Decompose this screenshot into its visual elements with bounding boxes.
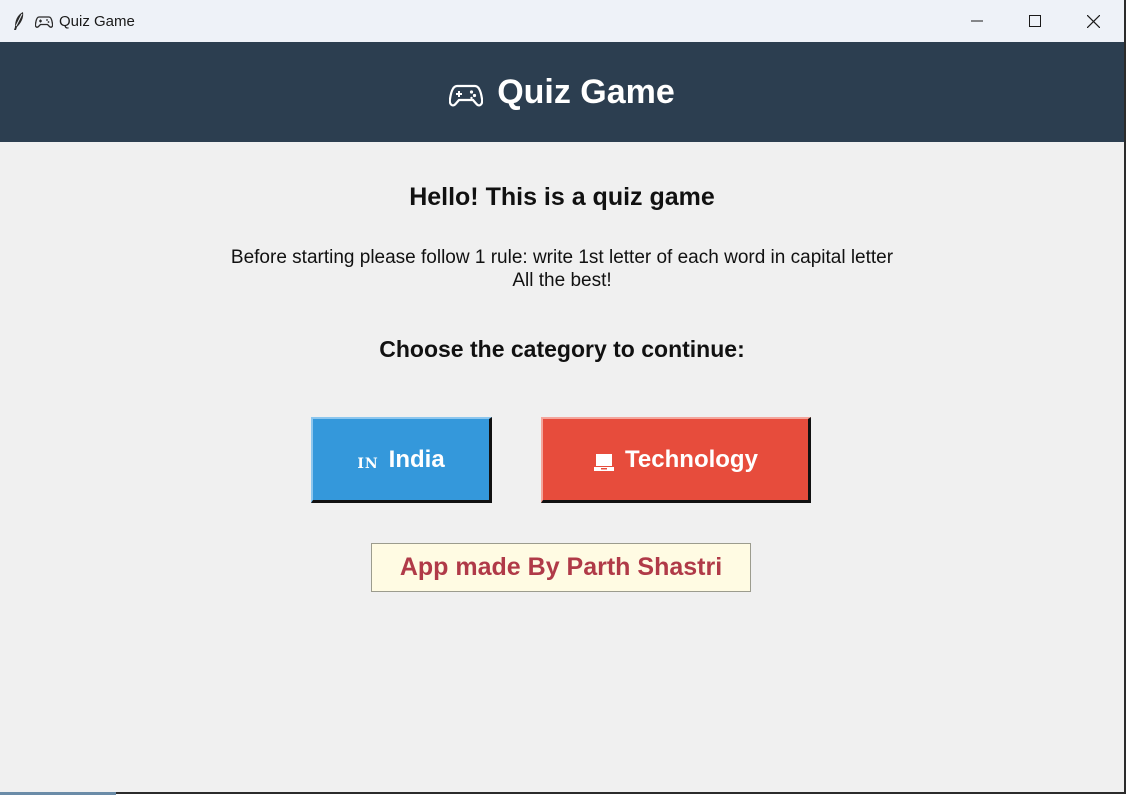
rule-text: Before starting please follow 1 rule: wr… — [0, 246, 1124, 292]
technology-category-button[interactable]: Technology — [541, 417, 811, 503]
rule-line: Before starting please follow 1 rule: wr… — [230, 247, 894, 268]
credit-label: App made By Parth Shastri — [371, 543, 751, 592]
greeting-text: Hello! This is a quiz game — [409, 183, 715, 211]
close-button[interactable] — [1064, 0, 1122, 42]
choose-category-label: Choose the category to continue: — [379, 336, 745, 362]
best-wishes-line: All the best! — [512, 270, 612, 291]
laptop-icon — [594, 453, 615, 471]
window-title: Quiz Game — [59, 13, 135, 30]
maximize-button[interactable] — [1006, 0, 1064, 42]
title-bar[interactable]: Quiz Game — [0, 0, 1124, 42]
app-header: Quiz Game — [0, 42, 1124, 142]
india-flag-letters-icon: IN — [357, 455, 379, 472]
technology-button-label: Technology — [625, 445, 758, 473]
app-window: Quiz Game Quiz Game Hello! This is a qui… — [0, 0, 1126, 794]
close-icon — [1086, 14, 1100, 28]
feather-icon — [14, 12, 24, 30]
minimize-button[interactable] — [948, 0, 1006, 42]
india-button-label: India — [388, 445, 445, 473]
header-title: Quiz Game — [497, 72, 675, 111]
gamepad-icon — [35, 16, 53, 28]
india-category-button[interactable]: IN India — [311, 417, 492, 503]
minimize-icon — [971, 20, 983, 22]
maximize-icon — [1029, 15, 1041, 27]
gamepad-icon — [449, 84, 484, 107]
